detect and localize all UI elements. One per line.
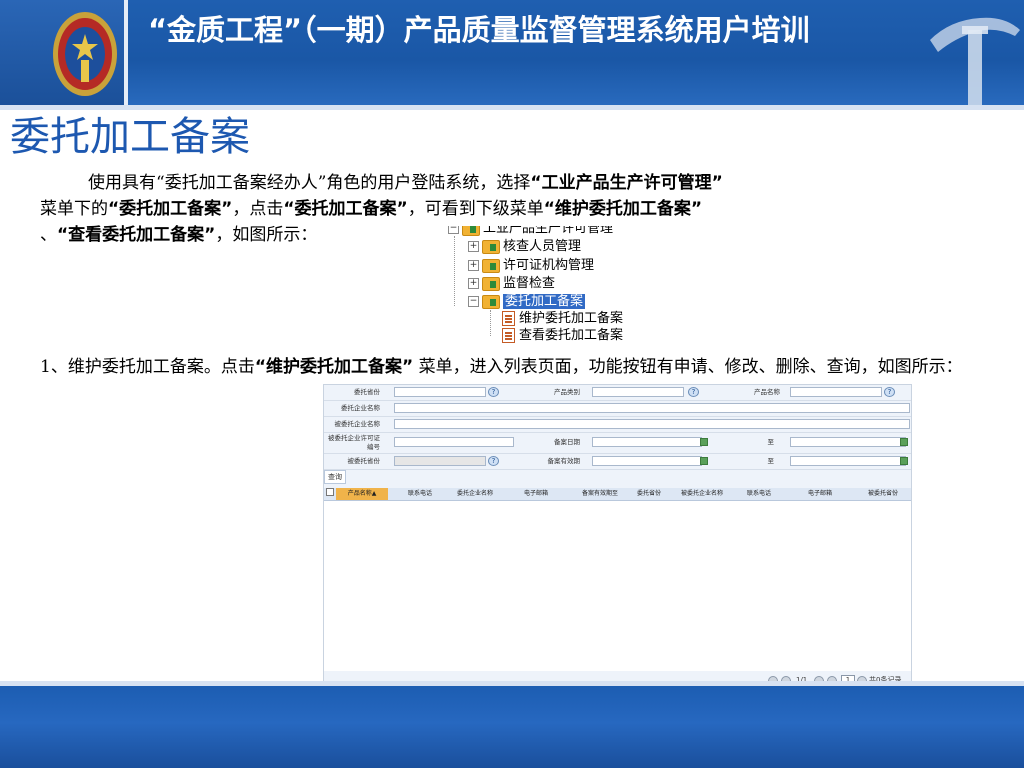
header-title: “金质工程”（一期）产品质量监督管理系统用户培训: [148, 13, 810, 47]
product-category-input[interactable]: [592, 387, 684, 397]
calendar-icon[interactable]: [900, 457, 908, 465]
document-icon: [502, 311, 515, 326]
tree-child-maintain[interactable]: 维护委托加工备案: [502, 310, 623, 328]
label-record-date: 备案日期: [554, 438, 580, 446]
product-name-input[interactable]: [790, 387, 882, 397]
national-emblem-icon: [53, 12, 117, 96]
tree-item-license-org[interactable]: + 许可证机构管理: [468, 257, 594, 275]
label-product-name: 产品名称: [754, 388, 780, 396]
label-to: 至: [767, 457, 775, 465]
menu-name-maintain-2: “维护委托加工备案”: [254, 357, 414, 377]
form-row-2: 委托企业名称: [324, 401, 911, 417]
validity-to-input[interactable]: [790, 456, 906, 466]
step1-paragraph: 1、维护委托加工备案。点击“维护委托加工备案” 菜单，进入列表页面，功能按钮有申…: [40, 354, 1000, 380]
entrust-province-input[interactable]: [394, 387, 486, 397]
record-date-to-input[interactable]: [790, 437, 906, 447]
tree-item-inspectors[interactable]: + 核查人员管理: [468, 238, 581, 256]
header-bar: “金质工程”（一期）产品质量监督管理系统用户培训: [0, 0, 1024, 110]
label-entrust-company: 委托企业名称: [341, 404, 380, 412]
intro-text-3: ，点击: [232, 199, 284, 219]
footer-bar: [0, 686, 1024, 768]
tree-item-supervision[interactable]: + 监督检查: [468, 275, 555, 293]
form-row-1: 委托省份 ? 产品类别 ? 产品名称 ?: [324, 385, 911, 401]
help-icon[interactable]: ?: [688, 387, 699, 397]
intro-text-6: ，如图所示：: [215, 225, 318, 245]
form-row-4: 被委托企业许可证编号 备案日期 至: [324, 433, 911, 454]
huabiao-pillar-icon: [930, 17, 1020, 110]
col-valid-until[interactable]: 备案有效期至: [574, 488, 626, 500]
validity-from-input[interactable]: [592, 456, 702, 466]
expand-icon[interactable]: +: [468, 241, 479, 252]
col-entrust-company[interactable]: 委托企业名称: [450, 488, 500, 500]
col-phone-2[interactable]: 联系电话: [734, 488, 784, 500]
menu-name-maintain: “维护委托加工备案”: [543, 199, 703, 219]
col-product-name[interactable]: 产品名称▲: [336, 488, 388, 500]
entrusted-province-input[interactable]: [394, 456, 486, 466]
col-email[interactable]: 电子邮箱: [502, 488, 570, 500]
emblem-panel: [0, 0, 128, 110]
menu-name-permit: “工业产品生产许可管理”: [530, 173, 723, 193]
intro-text-2: 菜单下的: [40, 199, 108, 219]
license-no-input[interactable]: [394, 437, 514, 447]
form-row-5: 被委托省份 ? 备案有效期 至: [324, 454, 911, 470]
intro-text-4: ，可看到下级菜单: [407, 199, 544, 219]
calendar-icon[interactable]: [700, 457, 708, 465]
tree-item-record[interactable]: − 委托加工备案: [468, 293, 586, 311]
expand-icon[interactable]: +: [468, 278, 479, 289]
grid-header: 产品名称▲ 联系电话 委托企业名称 电子邮箱 备案有效期至 委托省份 被委托企业…: [324, 488, 911, 501]
folder-icon: [462, 226, 480, 236]
folder-icon: [482, 239, 500, 254]
menu-name-view: “查看委托加工备案”: [57, 225, 216, 245]
help-icon[interactable]: ?: [884, 387, 895, 397]
col-entrusted-company[interactable]: 被委托企业名称: [672, 488, 732, 500]
label-to: 至: [767, 438, 775, 446]
grid-body: [324, 501, 911, 671]
entrust-company-input[interactable]: [394, 403, 910, 413]
header-divider: [0, 105, 1024, 110]
step1-text-1: 1、维护委托加工备案。点击: [40, 357, 255, 377]
page-title: 委托加工备案: [10, 114, 250, 160]
label-entrust-province: 委托省份: [354, 388, 380, 396]
folder-icon: [482, 258, 500, 273]
label-product-category: 产品类别: [554, 388, 580, 396]
label-validity: 备案有效期: [547, 457, 581, 465]
col-entrusted-province[interactable]: 被委托省份: [856, 488, 910, 500]
calendar-icon[interactable]: [700, 438, 708, 446]
record-date-from-input[interactable]: [592, 437, 702, 447]
collapse-icon[interactable]: −: [448, 226, 459, 234]
col-entrust-province[interactable]: 委托省份: [628, 488, 670, 500]
menu-tree-screenshot: − 工业产品生产许可管理 + 核查人员管理 + 许可证机构管理 + 监督检查 − 委托加工…: [446, 226, 645, 347]
form-row-3: 被委托企业名称: [324, 417, 911, 433]
select-all-checkbox[interactable]: [326, 488, 334, 500]
list-page-screenshot: 委托省份 ? 产品类别 ? 产品名称 ? 委托企业名称 被委托企业名称 被委托企…: [323, 384, 912, 707]
help-icon[interactable]: ?: [488, 387, 499, 397]
calendar-icon[interactable]: [900, 438, 908, 446]
intro-text-5: 、: [40, 225, 57, 245]
step1-text-2: 菜单，进入列表页面，功能按钮有申请、修改、删除、查询，如图所示：: [413, 357, 963, 377]
expand-icon[interactable]: +: [468, 260, 479, 271]
menu-name-record-1: “委托加工备案”: [108, 199, 233, 219]
label-entrusted-company: 被委托企业名称: [334, 420, 381, 428]
entrusted-company-input[interactable]: [394, 419, 910, 429]
document-icon: [502, 328, 515, 343]
label-entrusted-province: 被委托省份: [347, 457, 381, 465]
col-email-2[interactable]: 电子邮箱: [786, 488, 854, 500]
tree-root[interactable]: − 工业产品生产许可管理: [448, 226, 613, 238]
col-phone[interactable]: 联系电话: [390, 488, 450, 500]
menu-name-record-2: “委托加工备案”: [283, 199, 408, 219]
intro-text-1: 使用具有“委托加工备案经办人”角色的用户登陆系统，选择: [88, 173, 531, 193]
folder-icon: [482, 276, 500, 291]
tree-child-view[interactable]: 查看委托加工备案: [502, 327, 623, 345]
query-button[interactable]: 查询: [324, 470, 346, 484]
help-icon[interactable]: ?: [488, 456, 499, 466]
folder-icon: [482, 294, 500, 309]
label-license-no: 被委托企业许可证编号: [328, 434, 380, 451]
collapse-icon[interactable]: −: [468, 296, 479, 307]
